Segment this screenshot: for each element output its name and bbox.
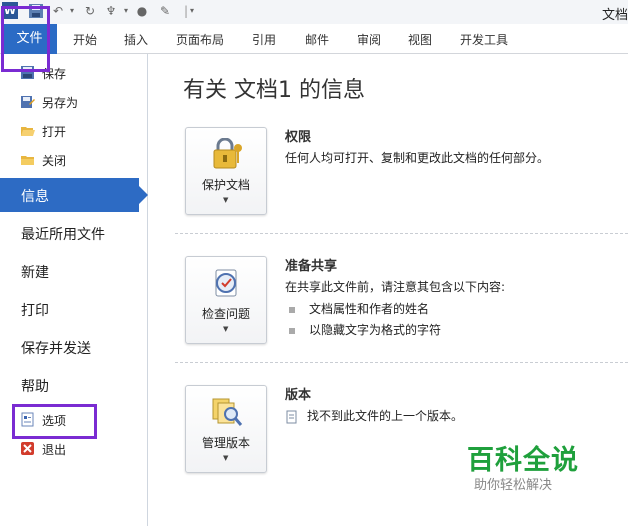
- prepare-title: 准备共享: [285, 259, 338, 274]
- versions-desc: 找不到此文件的上一个版本。: [307, 409, 464, 423]
- nav-recent[interactable]: 最近所用文件: [0, 216, 146, 250]
- bullet-icon: [289, 327, 295, 334]
- format-painter-icon[interactable]: ♆: [103, 3, 119, 19]
- list-item-text: 以隐藏文字为格式的字符: [309, 323, 442, 337]
- nav-info[interactable]: 信息: [0, 178, 148, 212]
- undo-dropdown-icon[interactable]: ▾: [64, 3, 80, 19]
- nav-help[interactable]: 帮助: [0, 368, 146, 402]
- highlight-options: [12, 404, 97, 439]
- watermark-subtitle: 助你轻松解决: [474, 478, 553, 493]
- nav-print[interactable]: 打印: [0, 292, 146, 326]
- quick-access-toolbar: W ↶ ▾ ↻ ♆ ▾ ● ✎ | ▾ 文档: [0, 0, 628, 24]
- nav-new-label: 新建: [21, 265, 49, 281]
- nav-save-send[interactable]: 保存并发送: [0, 330, 146, 364]
- nav-save-as[interactable]: 另存为: [0, 89, 146, 115]
- draw-icon[interactable]: ✎: [157, 3, 173, 19]
- lock-keys-icon: [210, 137, 244, 170]
- nav-save-as-label: 另存为: [42, 96, 79, 110]
- tab-home[interactable]: 开始: [73, 31, 97, 48]
- nav-save-send-label: 保存并发送: [21, 341, 91, 357]
- check-issues-button[interactable]: 检查问题 ▼: [185, 256, 267, 344]
- permissions-title: 权限: [285, 130, 312, 145]
- ribbon-tabs: 文件 开始 插入 页面布局 引用 邮件 审阅 视图 开发工具: [0, 24, 628, 54]
- list-item: 以隐藏文字为格式的字符: [289, 321, 441, 338]
- chevron-down-icon: ▼: [223, 454, 229, 462]
- versions-desc-row: 找不到此文件的上一个版本。: [285, 407, 463, 424]
- divider: [175, 233, 628, 234]
- backstage-nav: 保存 另存为 打开 关闭 信息 最近所用文件 新建 打印 保存并发送 帮助 选项…: [0, 54, 148, 526]
- chevron-down-icon: ▼: [223, 196, 229, 204]
- nav-print-label: 打印: [21, 303, 49, 319]
- folder-open-icon: [20, 123, 35, 138]
- document-icon: [286, 410, 297, 423]
- exit-icon: [20, 441, 35, 456]
- list-item: 文档属性和作者的姓名: [289, 300, 429, 317]
- bullet-icon: [289, 306, 295, 313]
- tab-mailings[interactable]: 邮件: [305, 31, 329, 48]
- redo-icon[interactable]: ↻: [82, 3, 98, 19]
- tab-review[interactable]: 审阅: [357, 31, 381, 48]
- page-title: 有关 文档1 的信息: [183, 78, 365, 103]
- watermark: 百科全说 助你轻松解决: [443, 426, 605, 498]
- nav-exit-label: 退出: [42, 443, 67, 457]
- versions-title: 版本: [285, 388, 312, 403]
- tab-view[interactable]: 视图: [408, 31, 432, 48]
- watermark-title: 百科全说: [467, 445, 579, 476]
- chevron-down-icon: ▼: [223, 325, 229, 333]
- permissions-desc: 任何人均可打开、复制和更改此文档的任何部分。: [285, 151, 550, 165]
- tab-references[interactable]: 引用: [252, 31, 276, 48]
- divider: [175, 362, 628, 363]
- nav-open[interactable]: 打开: [0, 118, 146, 144]
- nav-close[interactable]: 关闭: [0, 147, 146, 173]
- dot-icon[interactable]: ●: [134, 3, 150, 19]
- manage-versions-label: 管理版本: [201, 436, 250, 450]
- nav-info-label: 信息: [21, 189, 49, 205]
- list-item-text: 文档属性和作者的姓名: [309, 302, 430, 316]
- prepare-desc: 在共享此文件前，请注意其包含以下内容:: [285, 280, 506, 294]
- protect-document-label: 保护文档: [201, 178, 250, 192]
- folder-close-icon: [20, 152, 35, 167]
- nav-exit[interactable]: 退出: [0, 436, 146, 462]
- protect-document-button[interactable]: 保护文档 ▼: [185, 127, 267, 215]
- format-dropdown-icon[interactable]: ▾: [118, 3, 134, 19]
- nav-open-label: 打开: [42, 125, 67, 139]
- nav-new[interactable]: 新建: [0, 254, 146, 288]
- nav-help-label: 帮助: [21, 379, 49, 395]
- highlight-file-tab: [1, 6, 50, 72]
- check-issues-label: 检查问题: [201, 307, 250, 321]
- documents-magnifier-icon: [210, 396, 244, 428]
- tab-insert[interactable]: 插入: [124, 31, 148, 48]
- tab-page-layout[interactable]: 页面布局: [176, 31, 224, 48]
- nav-close-label: 关闭: [42, 154, 67, 168]
- nav-recent-label: 最近所用文件: [21, 227, 105, 243]
- manage-versions-button[interactable]: 管理版本 ▼: [185, 385, 267, 473]
- customize-icon[interactable]: ▾: [184, 3, 200, 19]
- checklist-icon: [210, 267, 244, 299]
- window-title: 文档: [601, 8, 628, 23]
- save-as-icon: [20, 94, 35, 109]
- tab-developer[interactable]: 开发工具: [460, 31, 508, 48]
